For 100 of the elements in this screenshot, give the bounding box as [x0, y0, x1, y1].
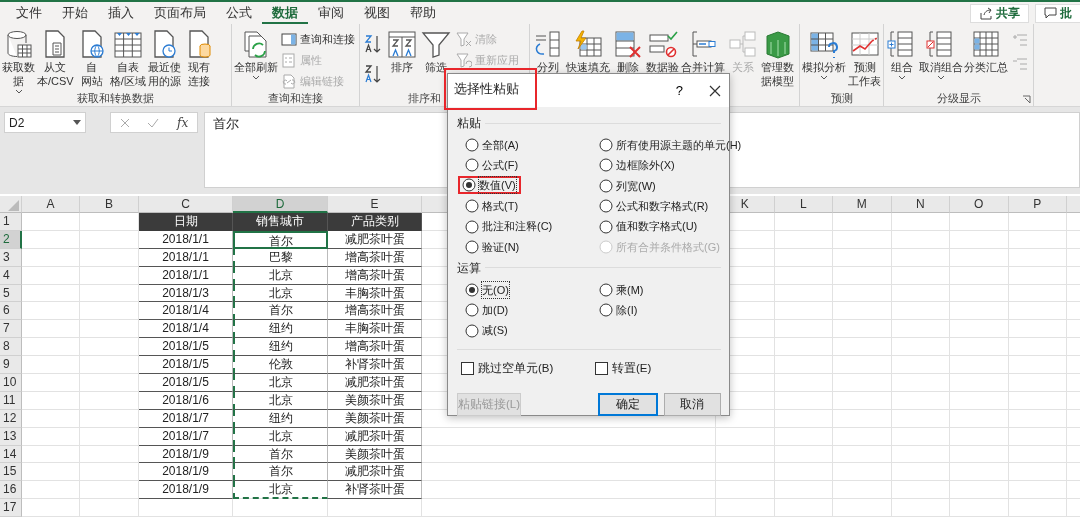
ribbon-button[interactable]: 合并计算 [681, 28, 725, 76]
cancel-icon [119, 117, 130, 128]
table-cell: 美颜茶叶蛋 [328, 445, 422, 464]
column-header[interactable]: C [139, 196, 233, 213]
ribbon-button[interactable]: 模拟分析 [802, 28, 846, 81]
column-header[interactable]: L [774, 196, 833, 213]
radio-option[interactable]: 乘(M) [595, 280, 649, 299]
ribbon-button[interactable]: 从文 本/CSV [37, 28, 74, 90]
name-box[interactable]: D2 [4, 112, 86, 133]
ribbon-button[interactable]: 最近使 用的源 [147, 28, 181, 90]
ribbon-button[interactable]: 获取数 据 [2, 28, 35, 95]
ribbon-button[interactable]: 现有 连接 [182, 28, 215, 90]
insert-function-button[interactable]: fx [177, 113, 189, 132]
comments-button[interactable]: 批 [1035, 3, 1080, 23]
radio-option[interactable]: 减(S) [461, 321, 513, 340]
row-header[interactable]: 10 [0, 374, 22, 392]
row-header[interactable]: 17 [0, 499, 22, 518]
column-header[interactable]: E [328, 196, 422, 213]
radio-option[interactable]: 公式和数字格式(R) [595, 197, 714, 216]
ribbon-tab[interactable]: 视图 [354, 2, 400, 24]
radio-icon [465, 303, 479, 318]
ribbon-button[interactable]: 自 网站 [75, 28, 108, 90]
ribbon-tab[interactable]: 开始 [52, 2, 98, 24]
ribbon-button[interactable]: 删除 [612, 28, 644, 76]
radio-option[interactable]: 全部(A) [461, 136, 524, 154]
column-header[interactable]: B [80, 196, 139, 213]
ribbon-tab[interactable]: 审阅 [308, 2, 354, 24]
ribbon-button[interactable]: 数据验 [646, 28, 679, 76]
checkbox-option[interactable]: 跳过空单元(B) [461, 359, 595, 377]
row-header[interactable]: 15 [0, 463, 22, 482]
radio-icon [599, 282, 613, 297]
ribbon-button[interactable]: 查询和连接 [279, 30, 357, 49]
radio-option[interactable]: 无(O) [461, 280, 514, 299]
radio-option[interactable]: 加(D) [461, 301, 514, 320]
ribbon-tab[interactable]: 插入 [98, 2, 144, 24]
properties-icon [281, 53, 297, 68]
ribbon-tab[interactable]: 文件 [6, 2, 52, 24]
table-cell: 减肥茶叶蛋 [328, 230, 422, 249]
column-header[interactable]: O [950, 196, 1009, 213]
radio-icon [599, 199, 613, 214]
group-label: 获取和转换数据 [77, 91, 154, 106]
ribbon-button[interactable]: 全部刷新 [234, 28, 277, 81]
radio-option[interactable]: 公式(F) [461, 156, 524, 175]
radio-option[interactable]: 数值(V) [458, 175, 521, 194]
what-if-icon [808, 29, 840, 59]
row-header[interactable]: 16 [0, 481, 22, 500]
ribbon-button[interactable]: 预测 工作表 [848, 28, 881, 90]
close-button[interactable] [709, 84, 721, 97]
row-header[interactable]: 6 [0, 302, 22, 321]
column-header[interactable]: P [1008, 196, 1067, 213]
row-header[interactable]: 7 [0, 320, 22, 339]
radio-icon [599, 158, 613, 173]
table-cell: 北京 [233, 481, 328, 500]
ribbon-tab[interactable]: 页面布局 [144, 2, 216, 24]
radio-icon [599, 239, 613, 254]
radio-option[interactable]: 格式(T) [461, 197, 524, 216]
table-cell: 补肾茶叶蛋 [328, 481, 422, 500]
table-cell: 2018/1/5 [139, 356, 233, 374]
validation-icon [646, 29, 679, 59]
help-button[interactable]: ? [675, 80, 683, 101]
ribbon-button[interactable]: 分类汇总 [964, 28, 1007, 76]
table-icon [111, 29, 144, 59]
ribbon-tab[interactable]: 帮助 [400, 2, 446, 24]
ribbon-button[interactable]: 取消组合 [920, 28, 963, 81]
row-header[interactable]: 9 [0, 356, 22, 374]
column-header[interactable]: N [891, 196, 950, 213]
radio-option[interactable]: 值和数字格式(U) [595, 217, 703, 236]
share-button[interactable]: 共享 [970, 3, 1029, 23]
table-cell: 纽约 [233, 338, 328, 357]
table-cell: 首尔 [233, 463, 328, 482]
column-header[interactable]: M [833, 196, 892, 213]
ribbon-tab[interactable]: 数据 [262, 2, 308, 24]
dialog-launcher-button[interactable] [1022, 95, 1031, 104]
table-cell: 增高茶叶蛋 [328, 338, 422, 357]
column-header[interactable]: A [22, 196, 80, 213]
dialog-button[interactable]: 取消 [663, 393, 721, 416]
radio-option[interactable]: 所有使用源主题的单元(H) [595, 136, 747, 154]
ribbon-button[interactable]: 排序 [386, 28, 418, 76]
ribbon-tab[interactable]: 公式 [216, 2, 262, 24]
ribbon-button[interactable]: 筛选 [420, 28, 452, 76]
ribbon-button[interactable]: 自表 格/区域 [109, 28, 146, 90]
table-cell: 北京 [233, 266, 328, 285]
row-header[interactable]: 8 [0, 338, 22, 357]
column-header[interactable]: D [233, 196, 328, 213]
row-header[interactable]: 1 [0, 213, 22, 231]
radio-option[interactable]: 除(I) [595, 301, 643, 320]
radio-option[interactable]: 边框除外(X) [595, 156, 680, 175]
radio-icon [465, 199, 479, 214]
relationships-icon [727, 29, 759, 59]
checkbox-icon [461, 361, 474, 375]
radio-option[interactable]: 验证(N) [461, 237, 525, 256]
radio-icon [465, 158, 479, 173]
checkbox-option[interactable]: 转置(E) [595, 359, 721, 377]
radio-option[interactable]: 批注和注释(C) [461, 217, 558, 236]
ribbon-button[interactable]: 分列 [532, 28, 564, 76]
table-cell: 伦敦 [233, 356, 328, 374]
ribbon-button[interactable]: 管理数 据模型 [761, 28, 794, 90]
dialog-button[interactable]: 确定 [598, 393, 658, 416]
table-cell: 减肥茶叶蛋 [328, 463, 422, 482]
ribbon-button[interactable]: 组合 [886, 28, 918, 81]
